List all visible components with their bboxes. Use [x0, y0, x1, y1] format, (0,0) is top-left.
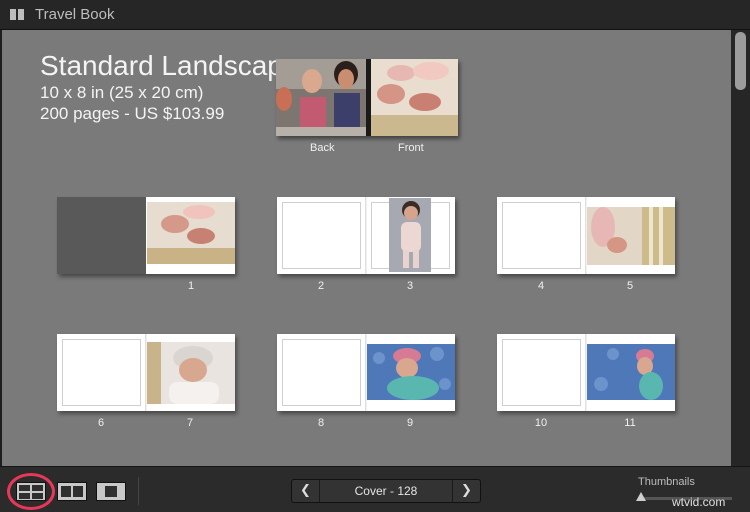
page-number: 5: [626, 280, 634, 292]
page-number: 10: [534, 417, 548, 429]
book-pages-price: 200 pages - US $103.99: [40, 104, 225, 123]
book-cover[interactable]: [276, 59, 458, 136]
panel-toggle-icon[interactable]: [10, 9, 24, 20]
single-page-view-button[interactable]: [96, 482, 126, 501]
vertical-scrollbar[interactable]: [731, 30, 750, 466]
back-cover-photo[interactable]: [276, 59, 366, 136]
empty-photo-frame[interactable]: [62, 339, 141, 406]
chevron-left-icon[interactable]: ❮: [292, 480, 320, 502]
book-info: Standard Landscape 10 x 8 in (25 x 20 cm…: [40, 50, 298, 124]
highlight-circle: [7, 473, 55, 510]
watermark: wtvid.com: [672, 495, 726, 509]
page-number: 2: [317, 280, 325, 292]
chevron-right-icon[interactable]: ❯: [452, 480, 480, 502]
empty-photo-frame[interactable]: [282, 202, 361, 269]
spread-1[interactable]: [57, 197, 235, 274]
page-navigator: ❮ Cover - 128 ❯: [291, 479, 481, 503]
book-size: 10 x 8 in (25 x 20 cm): [40, 83, 204, 102]
window-title: Travel Book: [35, 6, 115, 23]
spread-8-9[interactable]: [277, 334, 455, 411]
spread-4-5[interactable]: [497, 197, 675, 274]
scrollbar-thumb[interactable]: [735, 32, 746, 90]
page-photo[interactable]: [587, 207, 675, 265]
spread-2-3[interactable]: [277, 197, 455, 274]
spread-view-button[interactable]: [57, 482, 87, 501]
bottom-toolbar: ❮ Cover - 128 ❯ Thumbnails wtvid.com: [0, 466, 750, 512]
page-photo[interactable]: [147, 342, 235, 404]
page-number: 8: [317, 417, 325, 429]
page-number: 9: [406, 417, 414, 429]
thumbnails-label: Thumbnails: [638, 476, 695, 488]
page-number: 1: [187, 280, 195, 292]
spread-6-7[interactable]: [57, 334, 235, 411]
page-photo[interactable]: [587, 344, 675, 400]
front-cover-photo[interactable]: [371, 59, 458, 136]
toolbar-separator: [138, 477, 139, 505]
empty-photo-frame[interactable]: [282, 339, 361, 406]
back-cover-label: Back: [310, 142, 335, 154]
front-cover-label: Front: [398, 142, 424, 154]
page-number: 11: [624, 417, 636, 429]
spread-10-11[interactable]: [497, 334, 675, 411]
page-position-label: Cover - 128: [354, 484, 418, 498]
page-number: 4: [537, 280, 545, 292]
slider-knob[interactable]: [636, 492, 646, 501]
book-preview-area: Standard Landscape 10 x 8 in (25 x 20 cm…: [2, 30, 731, 466]
empty-photo-frame[interactable]: [502, 339, 581, 406]
page-number: 7: [186, 417, 194, 429]
empty-photo-frame[interactable]: [502, 202, 581, 269]
page-number: 6: [97, 417, 105, 429]
page-photo[interactable]: [367, 344, 455, 400]
title-bar: Travel Book: [0, 0, 750, 30]
empty-left-page: [57, 197, 146, 274]
page-photo[interactable]: [147, 202, 235, 264]
book-title: Standard Landscape: [40, 50, 299, 81]
page-photo[interactable]: [389, 198, 431, 272]
page-number: 3: [406, 280, 414, 292]
